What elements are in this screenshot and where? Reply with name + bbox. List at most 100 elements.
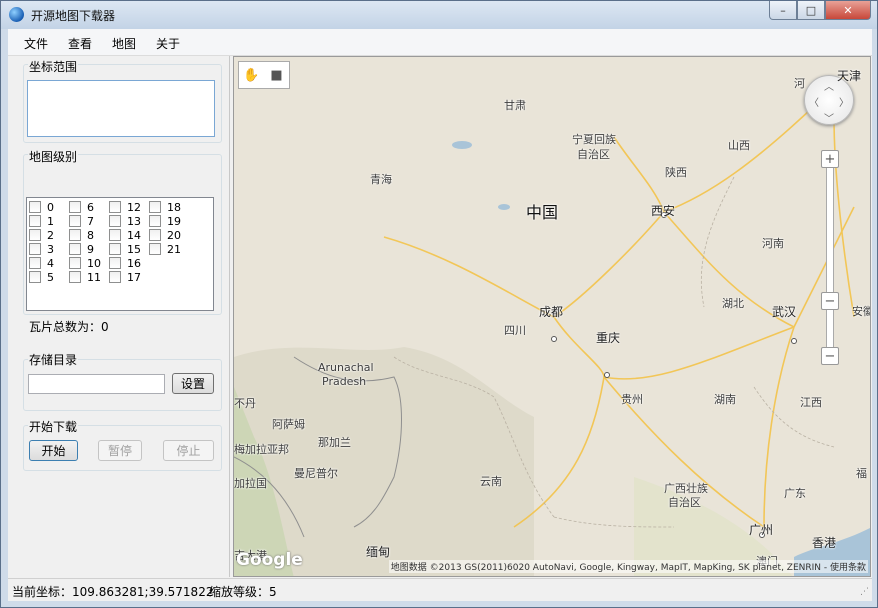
map-tool-strip: ✋ ■ <box>238 61 290 89</box>
map-label: 武汉 <box>772 305 797 319</box>
map-label: Pradesh <box>322 375 367 388</box>
app-window: 开源地图下载器 – □ ✕ 文件 查看 地图 关于 坐标范围 地图级别 0 1 … <box>0 0 878 608</box>
level-checkbox-list: 0 1 2 3 4 5 6 7 8 9 10 11 12 13 14 15 16… <box>26 197 214 311</box>
client-area: 文件 查看 地图 关于 坐标范围 地图级别 0 1 2 3 4 5 6 7 8 <box>8 29 872 601</box>
map-label: 曼尼普尔 <box>294 467 338 480</box>
level-checkbox-6[interactable]: 6 <box>69 200 94 214</box>
level-checkbox-18[interactable]: 18 <box>149 200 181 214</box>
google-logo: Google <box>236 550 303 570</box>
storage-path-input[interactable] <box>28 374 165 394</box>
menu-bar: 文件 查看 地图 关于 <box>8 29 872 56</box>
close-button[interactable]: ✕ <box>825 1 871 20</box>
map-label: 自治区 <box>668 496 701 509</box>
menu-file[interactable]: 文件 <box>24 35 48 52</box>
map-label: 福 <box>856 467 867 480</box>
map-label: 西安 <box>651 204 676 218</box>
level-checkbox-20[interactable]: 20 <box>149 228 181 242</box>
tile-count-label: 瓦片总数为：0 <box>29 320 109 334</box>
map-label: 湖南 <box>714 393 736 406</box>
map-label: 四川 <box>504 324 526 337</box>
zoom-slider-handle[interactable]: − <box>821 292 839 310</box>
level-checkbox-14[interactable]: 14 <box>109 228 141 242</box>
coord-range-textbox[interactable] <box>27 80 215 137</box>
level-checkbox-17[interactable]: 17 <box>109 270 141 284</box>
menu-view[interactable]: 查看 <box>68 35 92 52</box>
left-panel: 坐标范围 地图级别 0 1 2 3 4 5 6 7 8 9 10 11 12 1… <box>8 56 230 577</box>
map-label: 自治区 <box>577 148 610 161</box>
map-label: 梅加拉亚邦 <box>234 443 289 456</box>
level-checkbox-16[interactable]: 16 <box>109 256 141 270</box>
zoom-out-button[interactable]: − <box>821 347 839 365</box>
pan-up-icon[interactable]: ︿ <box>824 78 834 93</box>
status-bar: 当前坐标：109.863281;39.571822 缩放等级：5 ⋰ <box>8 578 872 601</box>
level-checkbox-2[interactable]: 2 <box>29 228 54 242</box>
level-checkbox-19[interactable]: 19 <box>149 214 181 228</box>
minimize-button[interactable]: – <box>769 1 797 20</box>
level-checkbox-5[interactable]: 5 <box>29 270 54 284</box>
coord-range-label: 坐标范围 <box>28 58 79 75</box>
map-label: 甘肃 <box>504 99 526 112</box>
title-bar[interactable]: 开源地图下载器 – □ ✕ <box>1 1 877 29</box>
level-checkbox-3[interactable]: 3 <box>29 242 54 256</box>
map-label: 江西 <box>800 396 822 409</box>
map-label: 贵州 <box>621 393 643 406</box>
map-label: 缅甸 <box>366 545 391 559</box>
map-label: 山西 <box>728 139 750 152</box>
map-label: 河南 <box>762 237 784 250</box>
level-checkbox-7[interactable]: 7 <box>69 214 94 228</box>
map-label: 重庆 <box>596 331 621 345</box>
pan-down-icon[interactable]: ﹀ <box>824 110 834 125</box>
map-label: 陕西 <box>665 166 687 179</box>
level-checkbox-21[interactable]: 21 <box>149 242 181 256</box>
resize-grip-icon[interactable]: ⋰ <box>860 587 869 597</box>
level-checkbox-10[interactable]: 10 <box>69 256 101 270</box>
map-label: 云南 <box>480 475 502 488</box>
map-label: Arunachal <box>318 361 374 374</box>
map-label: 安徽 <box>852 305 870 318</box>
map-level-label: 地图级别 <box>28 148 79 165</box>
download-label: 开始下载 <box>28 418 79 435</box>
map-label: 阿萨姆 <box>272 418 305 431</box>
zoom-in-button[interactable]: + <box>821 150 839 168</box>
map-label: 宁夏回族 <box>572 133 616 146</box>
map-label: 加拉国 <box>234 477 267 490</box>
map-label: 广东 <box>784 487 806 500</box>
level-checkbox-8[interactable]: 8 <box>69 228 94 242</box>
status-zoom-level: 缩放等级：5 <box>209 585 277 599</box>
app-globe-icon <box>9 7 24 22</box>
map-copyright: 地图数据 ©2013 GS(2011)6020 AutoNavi, Google… <box>388 560 868 573</box>
zoom-slider-track[interactable] <box>826 157 834 357</box>
pan-hand-icon[interactable]: ✋ <box>239 62 264 88</box>
map-label: 那加兰 <box>318 436 351 449</box>
level-checkbox-13[interactable]: 13 <box>109 214 141 228</box>
pause-button[interactable]: 暂停 <box>98 440 142 461</box>
set-dir-button[interactable]: 设置 <box>172 373 214 394</box>
storage-dir-label: 存储目录 <box>28 351 79 368</box>
map-label: 成都 <box>539 305 564 319</box>
level-checkbox-9[interactable]: 9 <box>69 242 94 256</box>
map-label: 河 <box>794 77 805 90</box>
map-label: 不丹 <box>234 397 256 410</box>
level-checkbox-4[interactable]: 4 <box>29 256 54 270</box>
level-checkbox-15[interactable]: 15 <box>109 242 141 256</box>
map-label: 湖北 <box>722 297 744 310</box>
map-label: 香港 <box>812 536 837 550</box>
stop-button[interactable]: 停止 <box>163 440 214 461</box>
window-title: 开源地图下载器 <box>31 9 116 23</box>
pan-right-icon[interactable]: 〉 <box>839 94 849 109</box>
pan-left-icon[interactable]: 〈 <box>809 94 819 109</box>
restore-button[interactable]: □ <box>797 1 825 20</box>
map-label: 中国 <box>526 203 559 222</box>
start-button[interactable]: 开始 <box>29 440 78 461</box>
level-checkbox-11[interactable]: 11 <box>69 270 101 284</box>
map-label: 广州 <box>749 523 774 537</box>
level-checkbox-0[interactable]: 0 <box>29 200 54 214</box>
level-checkbox-12[interactable]: 12 <box>109 200 141 214</box>
map-view[interactable]: ✋ ■ ︿ ﹀ 〈 〉 + − − 天津 河 甘肃 宁夏回族 自治区 山西 青海… <box>233 56 871 577</box>
menu-about[interactable]: 关于 <box>156 35 180 52</box>
status-coordinate: 当前坐标：109.863281;39.571822 <box>12 585 214 599</box>
menu-map[interactable]: 地图 <box>112 35 136 52</box>
box-select-icon[interactable]: ■ <box>264 62 289 88</box>
level-checkbox-1[interactable]: 1 <box>29 214 54 228</box>
map-label: 天津 <box>837 69 862 83</box>
